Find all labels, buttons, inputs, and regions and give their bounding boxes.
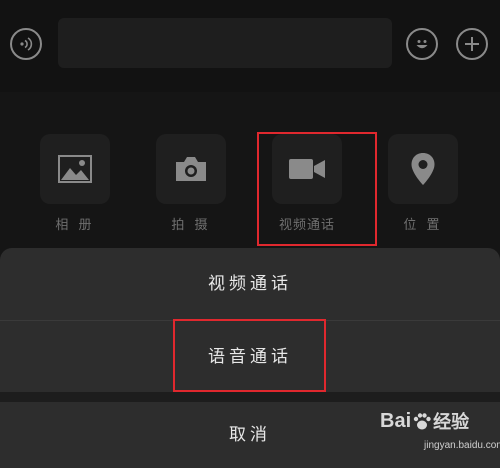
plus-icon [465, 37, 479, 51]
more-button[interactable] [456, 28, 488, 60]
sheet-divider [0, 392, 500, 402]
more-tools-panel: 相 册 拍 摄 视频通话 位 置 [0, 92, 500, 248]
video-call-option[interactable]: 视频通话 [0, 248, 500, 320]
cancel-option[interactable]: 取消 [0, 402, 500, 468]
tool-location-tile[interactable] [388, 134, 458, 204]
smiley-icon [416, 40, 428, 49]
tool-camera-tile[interactable] [156, 134, 226, 204]
message-input[interactable] [58, 18, 392, 68]
camera-icon [176, 157, 206, 181]
voice-input-button[interactable] [10, 28, 42, 60]
voice-call-highlight [173, 319, 326, 392]
tool-album-tile[interactable] [40, 134, 110, 204]
voice-wave-icon [20, 37, 33, 51]
video-call-highlight [257, 132, 377, 246]
tool-album[interactable]: 相 册 [38, 134, 112, 233]
tool-album-label: 相 册 [55, 218, 95, 233]
image-icon [58, 155, 92, 183]
chat-screen: 相 册 拍 摄 视频通话 位 置 视频通话 语音通话 取消 Bai 经验 jin… [0, 0, 500, 468]
tool-location[interactable]: 位 置 [386, 134, 460, 233]
chat-input-bar [0, 0, 500, 92]
location-pin-icon [411, 153, 435, 185]
tool-location-label: 位 置 [403, 218, 443, 233]
tool-camera[interactable]: 拍 摄 [154, 134, 228, 233]
tool-camera-label: 拍 摄 [171, 218, 211, 233]
emoji-button[interactable] [406, 28, 438, 60]
